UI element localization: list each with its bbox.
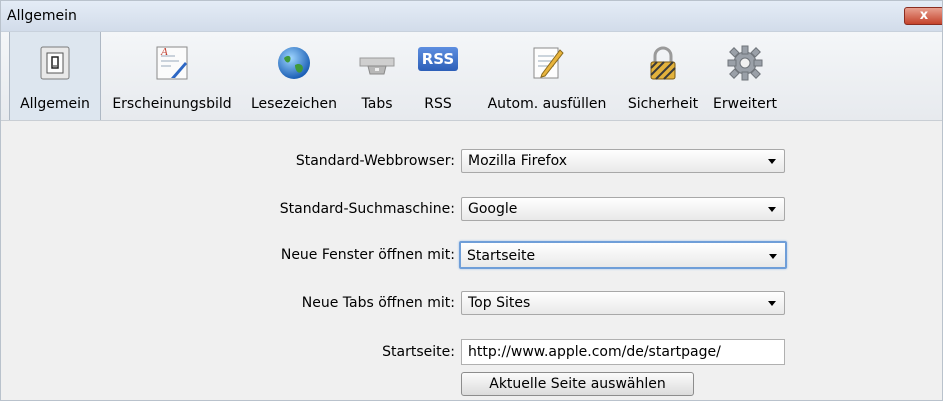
rss-icon: RSS	[418, 47, 458, 71]
tab-rss[interactable]: RSS RSS	[411, 32, 465, 120]
new-window-label: Neue Fenster öffnen mit:	[280, 247, 455, 263]
new-tabs-select[interactable]: Top Sites	[461, 291, 785, 315]
new-window-row: Neue Fenster öffnen mit: Startseite	[1, 241, 942, 269]
preferences-window: Allgemein x Allgemein A Erscheinungsbild…	[0, 0, 943, 401]
chevron-down-icon	[769, 254, 777, 259]
homepage-row: Startseite: http://www.apple.com/de/star…	[1, 339, 942, 365]
tab-label: Sicherheit	[627, 96, 699, 112]
tab-tabs[interactable]: Tabs	[351, 32, 403, 120]
lock-icon	[650, 46, 676, 80]
tab-label: Erweitert	[713, 96, 777, 112]
input-value: http://www.apple.com/de/startpage/	[468, 344, 721, 360]
default-browser-row: Standard-Webbrowser: Mozilla Firefox	[1, 149, 942, 173]
chevron-down-icon	[768, 301, 776, 306]
svg-text:A: A	[160, 46, 168, 58]
new-tabs-label: Neue Tabs öffnen mit:	[301, 295, 455, 311]
tab-label: Erscheinungsbild	[112, 96, 232, 112]
title-bar: Allgemein x	[1, 1, 942, 32]
close-icon: x	[919, 8, 929, 23]
set-current-page-button[interactable]: Aktuelle Seite auswählen	[461, 372, 694, 396]
tab-sicherheit[interactable]: Sicherheit	[621, 32, 705, 120]
default-browser-label: Standard-Webbrowser:	[295, 153, 455, 169]
select-value: Top Sites	[468, 295, 531, 311]
default-search-select[interactable]: Google	[461, 197, 785, 221]
general-settings-panel: Standard-Webbrowser: Mozilla Firefox Sta…	[1, 121, 942, 400]
globe-icon	[278, 47, 310, 79]
tabs-icon	[359, 57, 395, 75]
tab-autofill[interactable]: Autom. ausfüllen	[475, 32, 619, 120]
tab-label: RSS	[424, 96, 452, 112]
preferences-toolbar: Allgemein A Erscheinungsbild Lesezeichen…	[1, 32, 942, 121]
close-button[interactable]: x	[904, 7, 942, 25]
select-value: Mozilla Firefox	[468, 153, 568, 169]
tab-label: Tabs	[361, 96, 393, 112]
select-value: Google	[468, 201, 518, 217]
autofill-pencil-icon	[533, 47, 564, 79]
tab-lesezeichen[interactable]: Lesezeichen	[245, 32, 343, 120]
tab-erweitert[interactable]: Erweitert	[707, 32, 783, 120]
default-search-row: Standard-Suchmaschine: Google	[1, 197, 942, 221]
chevron-down-icon	[768, 207, 776, 212]
select-value: Startseite	[467, 248, 536, 264]
new-window-select[interactable]: Startseite	[459, 241, 787, 269]
tab-allgemein[interactable]: Allgemein	[9, 32, 101, 120]
gear-icon	[727, 45, 763, 81]
new-tabs-row: Neue Tabs öffnen mit: Top Sites	[1, 291, 942, 315]
chevron-down-icon	[768, 159, 776, 164]
default-browser-select[interactable]: Mozilla Firefox	[461, 149, 785, 173]
tab-label: Lesezeichen	[251, 96, 337, 112]
tab-erscheinungsbild[interactable]: A Erscheinungsbild	[105, 32, 239, 120]
tab-label: Autom. ausfüllen	[487, 96, 607, 112]
switch-icon	[40, 46, 70, 80]
default-search-label: Standard-Suchmaschine:	[279, 201, 455, 217]
rss-badge-text: RSS	[421, 50, 455, 68]
homepage-label: Startseite:	[382, 344, 455, 360]
tab-label: Allgemein	[20, 96, 90, 112]
homepage-input[interactable]: http://www.apple.com/de/startpage/	[461, 339, 785, 365]
appearance-icon: A	[156, 46, 188, 80]
window-title: Allgemein	[7, 8, 77, 24]
